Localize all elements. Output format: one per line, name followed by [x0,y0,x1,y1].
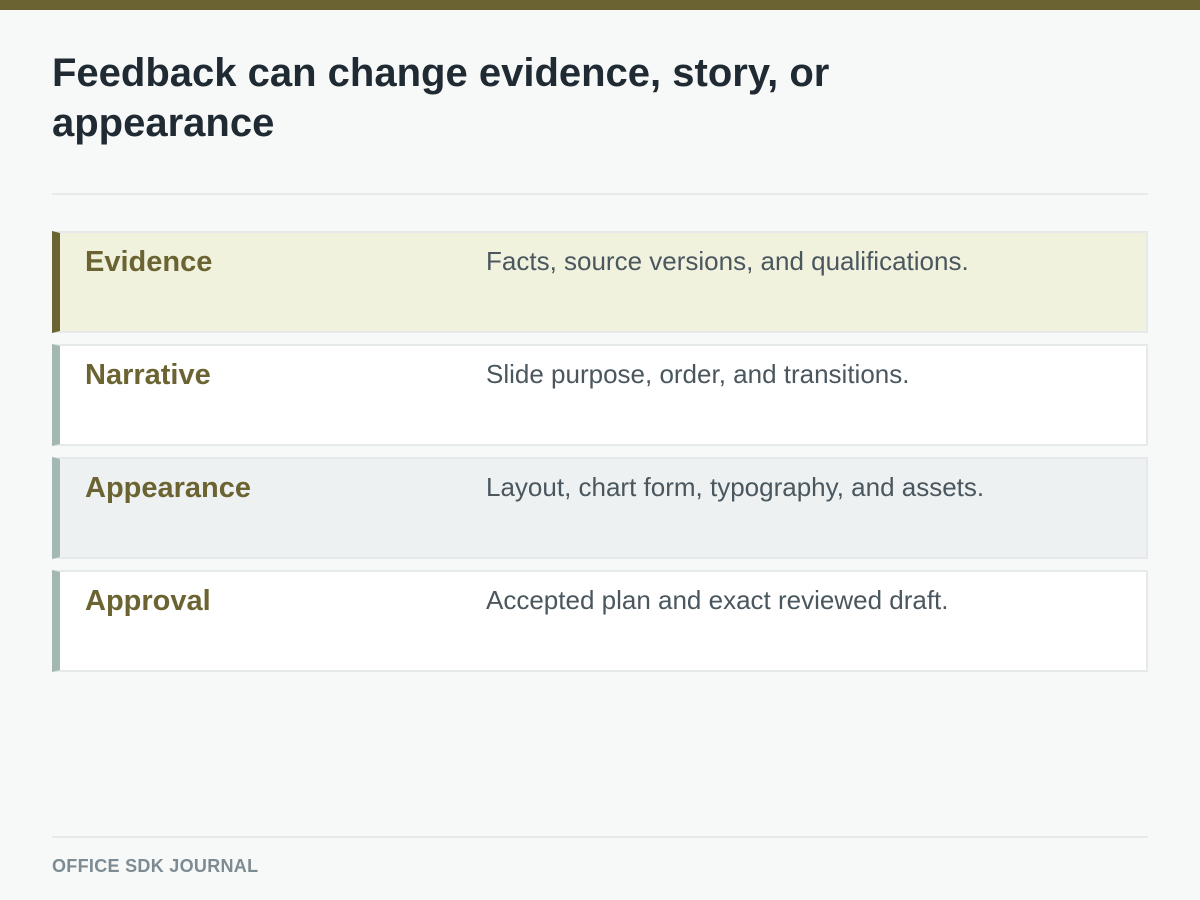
footer-brand: OFFICE SDK JOURNAL [52,856,259,876]
row-label: Narrative [85,359,211,391]
row-label: Evidence [85,246,213,278]
row-label: Approval [85,585,211,617]
top-accent-bar [0,0,1200,10]
row-label: Appearance [85,472,252,504]
row-evidence: Evidence Facts, source versions, and qua… [52,231,1148,333]
row-approval: Approval Accepted plan and exact reviewe… [52,570,1148,672]
feedback-categories-list: Evidence Facts, source versions, and qua… [52,231,1148,683]
row-description: Accepted plan and exact reviewed draft. [486,585,949,615]
title-divider [52,193,1148,195]
row-narrative: Narrative Slide purpose, order, and tran… [52,344,1148,446]
page-title: Feedback can change evidence, story, or … [52,51,830,145]
footer-divider [52,836,1148,838]
row-description: Layout, chart form, typography, and asse… [486,472,985,502]
row-description: Facts, source versions, and qualificatio… [486,246,969,276]
row-description: Slide purpose, order, and transitions. [486,359,910,389]
row-appearance: Appearance Layout, chart form, typograph… [52,457,1148,559]
